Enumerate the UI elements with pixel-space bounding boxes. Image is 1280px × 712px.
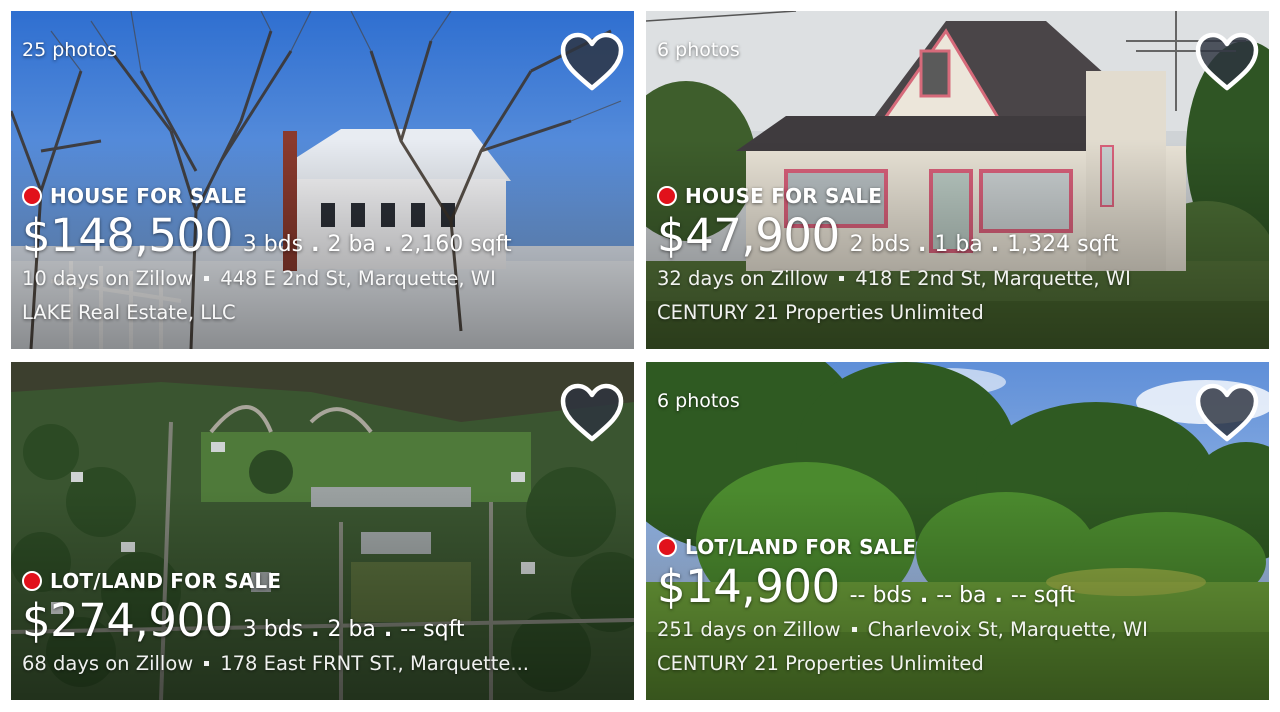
listing-facts: 3 bds. 2 ba. -- sqft <box>242 617 465 642</box>
sqft: -- sqft <box>400 617 465 642</box>
listing-info: LOT/LAND FOR SALE $274,900 3 bds. 2 ba. … <box>22 568 626 678</box>
beds: -- bds <box>849 583 912 608</box>
listing-status: LOT/LAND FOR SALE <box>22 568 626 594</box>
listing-info: LOT/LAND FOR SALE $14,900 -- bds. -- ba.… <box>657 534 1261 678</box>
days-on-zillow: 251 days on Zillow <box>657 618 841 641</box>
listing-address: Charlevoix St, Marquette, WI <box>867 618 1148 641</box>
status-dot-icon <box>657 186 677 206</box>
listing-address: 448 E 2nd St, Marquette, WI <box>220 267 496 290</box>
photo-count: 25 photos <box>22 39 117 61</box>
photo-count: 6 photos <box>657 390 740 412</box>
listing-facts: 3 bds. 2 ba. 2,160 sqft <box>242 232 512 257</box>
listing-status: HOUSE FOR SALE <box>22 183 626 209</box>
listing-card[interactable]: LOT/LAND FOR SALE $274,900 3 bds. 2 ba. … <box>11 362 634 700</box>
listing-status: HOUSE FOR SALE <box>657 183 1261 209</box>
beds: 2 bds <box>849 232 910 257</box>
baths: 2 ba <box>327 617 376 642</box>
listing-broker: LAKE Real Estate, LLC <box>22 301 236 324</box>
status-label: HOUSE FOR SALE <box>50 184 248 208</box>
days-on-zillow: 32 days on Zillow <box>657 267 829 290</box>
beds: 3 bds <box>242 232 304 257</box>
listing-meta: 251 days on Zillow Charlevoix St, Marquet… <box>657 616 1261 644</box>
status-dot-icon <box>22 571 42 591</box>
days-on-zillow: 68 days on Zillow <box>22 652 194 675</box>
listing-facts: 2 bds. 1 ba. 1,324 sqft <box>849 232 1119 257</box>
status-label: LOT/LAND FOR SALE <box>50 569 282 593</box>
listing-price: $14,900 <box>657 560 840 613</box>
heart-icon[interactable] <box>1194 382 1260 444</box>
sqft: 2,160 sqft <box>400 232 512 257</box>
listing-meta: 10 days on Zillow 448 E 2nd St, Marquette… <box>22 265 626 293</box>
listing-broker: CENTURY 21 Properties Unlimited <box>657 301 984 324</box>
heart-icon[interactable] <box>559 31 625 93</box>
listing-price: $274,900 <box>22 594 233 647</box>
beds: 3 bds <box>242 617 304 642</box>
baths: -- ba <box>936 583 987 608</box>
listing-info: HOUSE FOR SALE $148,500 3 bds. 2 ba. 2,1… <box>22 183 626 327</box>
baths: 2 ba <box>327 232 376 257</box>
baths: 1 ba <box>934 232 983 257</box>
listing-card[interactable]: 6 photos LOT/LAND FOR SALE $14,900 -- bd… <box>646 362 1269 700</box>
sqft: 1,324 sqft <box>1007 232 1119 257</box>
listing-address: 178 East FRNT ST., Marquette... <box>220 652 530 675</box>
listing-status: LOT/LAND FOR SALE <box>657 534 1261 560</box>
listing-card[interactable]: 25 photos HOUSE FOR SALE $148,500 3 bds.… <box>11 11 634 349</box>
listing-broker: CENTURY 21 Properties Unlimited <box>657 652 984 675</box>
status-label: LOT/LAND FOR SALE <box>685 535 917 559</box>
heart-icon[interactable] <box>559 382 625 444</box>
listing-meta: 68 days on Zillow 178 East FRNT ST., Marq… <box>22 650 626 678</box>
listing-facts: -- bds. -- ba. -- sqft <box>849 583 1076 608</box>
status-dot-icon <box>657 537 677 557</box>
listing-meta: 32 days on Zillow 418 E 2nd St, Marquette… <box>657 265 1261 293</box>
status-dot-icon <box>22 186 42 206</box>
listing-price: $148,500 <box>22 209 233 262</box>
heart-icon[interactable] <box>1194 31 1260 93</box>
days-on-zillow: 10 days on Zillow <box>22 267 194 290</box>
listing-address: 418 E 2nd St, Marquette, WI <box>855 267 1131 290</box>
listing-card[interactable]: 6 photos HOUSE FOR SALE $47,900 2 bds. 1… <box>646 11 1269 349</box>
status-label: HOUSE FOR SALE <box>685 184 883 208</box>
photo-count: 6 photos <box>657 39 740 61</box>
listing-price: $47,900 <box>657 209 840 262</box>
sqft: -- sqft <box>1010 583 1076 608</box>
listing-info: HOUSE FOR SALE $47,900 2 bds. 1 ba. 1,32… <box>657 183 1261 327</box>
